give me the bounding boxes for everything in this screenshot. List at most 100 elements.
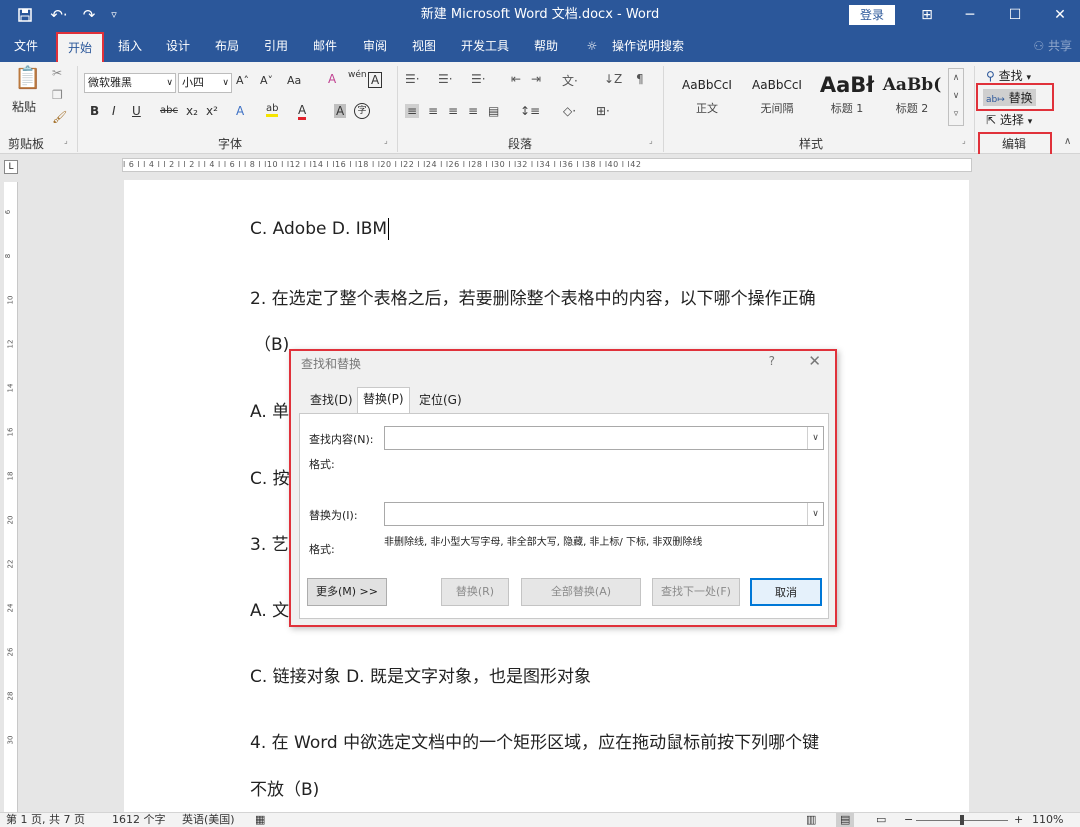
page-count[interactable]: 第 1 页, 共 7 页 <box>6 813 85 827</box>
maximize-button[interactable]: ☐ <box>993 0 1037 30</box>
asian-layout-icon[interactable]: 文· <box>562 72 578 89</box>
distributed-icon[interactable]: ▤ <box>488 104 499 118</box>
style-no-spacing[interactable]: AaBbCcI 无间隔 <box>742 70 812 124</box>
select-button[interactable]: ⇱ 选择 ▾ <box>986 111 1032 128</box>
document-line[interactable]: 2. 在选定了整个表格之后，若要删除整个表格中的内容，以下哪个操作正确 <box>250 284 816 309</box>
tab-file[interactable]: 文件 <box>6 30 46 62</box>
tab-review[interactable]: 审阅 <box>355 30 395 62</box>
increase-indent-icon[interactable]: ⇥ <box>531 72 541 86</box>
tab-insert[interactable]: 插入 <box>110 30 150 62</box>
find-what-input[interactable]: ∨ <box>384 426 824 450</box>
document-line[interactable]: C. Adobe D. IBM <box>250 218 390 240</box>
paste-button[interactable]: 粘贴 <box>12 98 36 115</box>
bullets-icon[interactable]: ☰· <box>405 72 420 86</box>
decrease-indent-icon[interactable]: ⇤ <box>511 72 521 86</box>
shrink-font-button[interactable]: A˅ <box>260 74 273 87</box>
italic-button[interactable]: I <box>112 104 116 118</box>
print-layout-icon[interactable]: ▤ <box>836 813 855 827</box>
login-button[interactable]: 登录 <box>849 5 895 25</box>
bold-button[interactable]: B <box>90 104 99 118</box>
style-normal[interactable]: AaBbCcI 正文 <box>672 70 742 124</box>
tab-help[interactable]: 帮助 <box>526 30 566 62</box>
cut-icon[interactable]: ✂ <box>52 66 62 80</box>
character-border-button[interactable]: A <box>368 72 383 88</box>
multilevel-list-icon[interactable]: ☰· <box>471 72 486 86</box>
macro-record-icon[interactable]: ▦ <box>255 813 265 827</box>
strikethrough-button[interactable]: abc <box>160 105 178 116</box>
tell-me-search[interactable]: 操作说明搜索 <box>606 30 690 62</box>
document-line[interactable]: C. 链接对象 D. 既是文字对象，也是图形对象 <box>250 662 591 687</box>
copy-icon[interactable]: ❐ <box>52 88 63 102</box>
undo-icon[interactable]: ↶· <box>44 4 74 26</box>
tab-goto[interactable]: 定位(G) <box>414 389 467 413</box>
align-left-icon[interactable]: ≡ <box>405 104 420 118</box>
redo-icon[interactable]: ↷ <box>78 4 100 26</box>
tab-find[interactable]: 查找(D) <box>305 389 358 413</box>
clear-format-icon[interactable]: A <box>328 72 336 86</box>
tab-design[interactable]: 设计 <box>158 30 198 62</box>
tab-references[interactable]: 引用 <box>256 30 296 62</box>
customize-toolbar-icon[interactable]: ▿ <box>106 4 122 26</box>
sort-icon[interactable]: ↓Z <box>604 72 622 86</box>
tab-replace[interactable]: 替换(P) <box>357 387 410 414</box>
tab-view[interactable]: 视图 <box>404 30 444 62</box>
borders-icon[interactable]: ⊞· <box>596 104 610 118</box>
find-button[interactable]: ⚲ 查找 ▾ <box>986 67 1031 84</box>
document-line[interactable]: A. 文 <box>250 596 289 621</box>
change-case-button[interactable]: Aa <box>287 74 301 87</box>
cancel-button[interactable]: 取消 <box>750 578 822 606</box>
ribbon-display-icon[interactable]: ⊞ <box>905 0 949 30</box>
paragraph-launcher-icon[interactable]: ⌟ <box>649 136 653 145</box>
document-line[interactable]: A. 单 <box>250 397 289 422</box>
clipboard-launcher-icon[interactable]: ⌟ <box>64 136 68 145</box>
show-marks-icon[interactable]: ¶ <box>636 72 644 86</box>
styles-scroll[interactable]: ∧ ∨ ▿ <box>948 68 964 126</box>
tab-home[interactable]: 开始 <box>56 32 104 64</box>
more-button[interactable]: 更多(M) >> <box>307 578 387 606</box>
style-heading-2[interactable]: AaBb( 标题 2 <box>880 70 944 124</box>
word-count[interactable]: 1612 个字 <box>112 813 166 827</box>
web-layout-icon[interactable]: ▭ <box>876 813 886 827</box>
paste-icon[interactable]: 📋 <box>14 66 41 91</box>
document-line[interactable]: 不放（B) <box>250 775 319 800</box>
tab-mailings[interactable]: 邮件 <box>305 30 345 62</box>
underline-button[interactable]: U <box>132 104 141 118</box>
document-line[interactable]: （B) <box>254 330 289 355</box>
style-heading-1[interactable]: AaBł 标题 1 <box>812 70 882 124</box>
tab-layout[interactable]: 布局 <box>207 30 247 62</box>
shading-icon[interactable]: ◇· <box>563 104 576 118</box>
replace-with-input[interactable]: ∨ <box>384 502 824 526</box>
justify-icon[interactable]: ≡ <box>468 104 478 118</box>
highlight-button[interactable]: ab <box>266 103 279 117</box>
document-line[interactable]: 3. 艺 <box>250 530 289 555</box>
font-color-button[interactable]: A <box>298 103 307 120</box>
read-mode-icon[interactable]: ▥ <box>806 813 816 827</box>
align-center-icon[interactable]: ≡ <box>428 104 438 118</box>
replace-button[interactable]: 替换(R) <box>441 578 509 606</box>
align-right-icon[interactable]: ≡ <box>448 104 458 118</box>
grow-font-button[interactable]: A˄ <box>236 74 249 87</box>
collapse-ribbon-icon[interactable]: ∧ <box>1064 136 1071 147</box>
subscript-button[interactable]: x₂ <box>186 104 198 118</box>
language[interactable]: 英语(美国) <box>182 813 235 827</box>
horizontal-ruler[interactable]: l 6 l l 4 l l 2 l l 2 l l 4 l l 6 l l 8 … <box>122 158 972 172</box>
replace-all-button[interactable]: 全部替换(A) <box>521 578 641 606</box>
font-launcher-icon[interactable]: ⌟ <box>384 136 388 145</box>
save-icon[interactable] <box>14 4 36 26</box>
font-name-combo[interactable]: 微软雅黑 ∨ <box>84 73 176 93</box>
tab-developer[interactable]: 开发工具 <box>454 30 516 62</box>
zoom-in-icon[interactable]: + <box>1014 813 1023 827</box>
close-button[interactable]: ✕ <box>1038 0 1080 30</box>
character-shading-button[interactable]: A <box>334 104 347 118</box>
document-line[interactable]: 4. 在 Word 中欲选定文档中的一个矩形区域，应在拖动鼠标前按下列哪个键 <box>250 728 819 753</box>
text-effects-button[interactable]: A <box>236 104 244 118</box>
format-painter-icon[interactable]: 🖌 <box>52 110 67 124</box>
styles-launcher-icon[interactable]: ⌟ <box>962 136 966 145</box>
find-next-button[interactable]: 查找下一处(F) <box>652 578 740 606</box>
zoom-slider-thumb[interactable] <box>960 815 964 825</box>
chevron-down-icon[interactable]: ∨ <box>807 427 823 449</box>
document-line[interactable]: C. 按 <box>250 464 290 489</box>
share-button[interactable]: ⚇ 共享 <box>1033 30 1072 62</box>
numbering-icon[interactable]: ☰· <box>438 72 453 86</box>
zoom-level[interactable]: 110% <box>1032 813 1063 827</box>
